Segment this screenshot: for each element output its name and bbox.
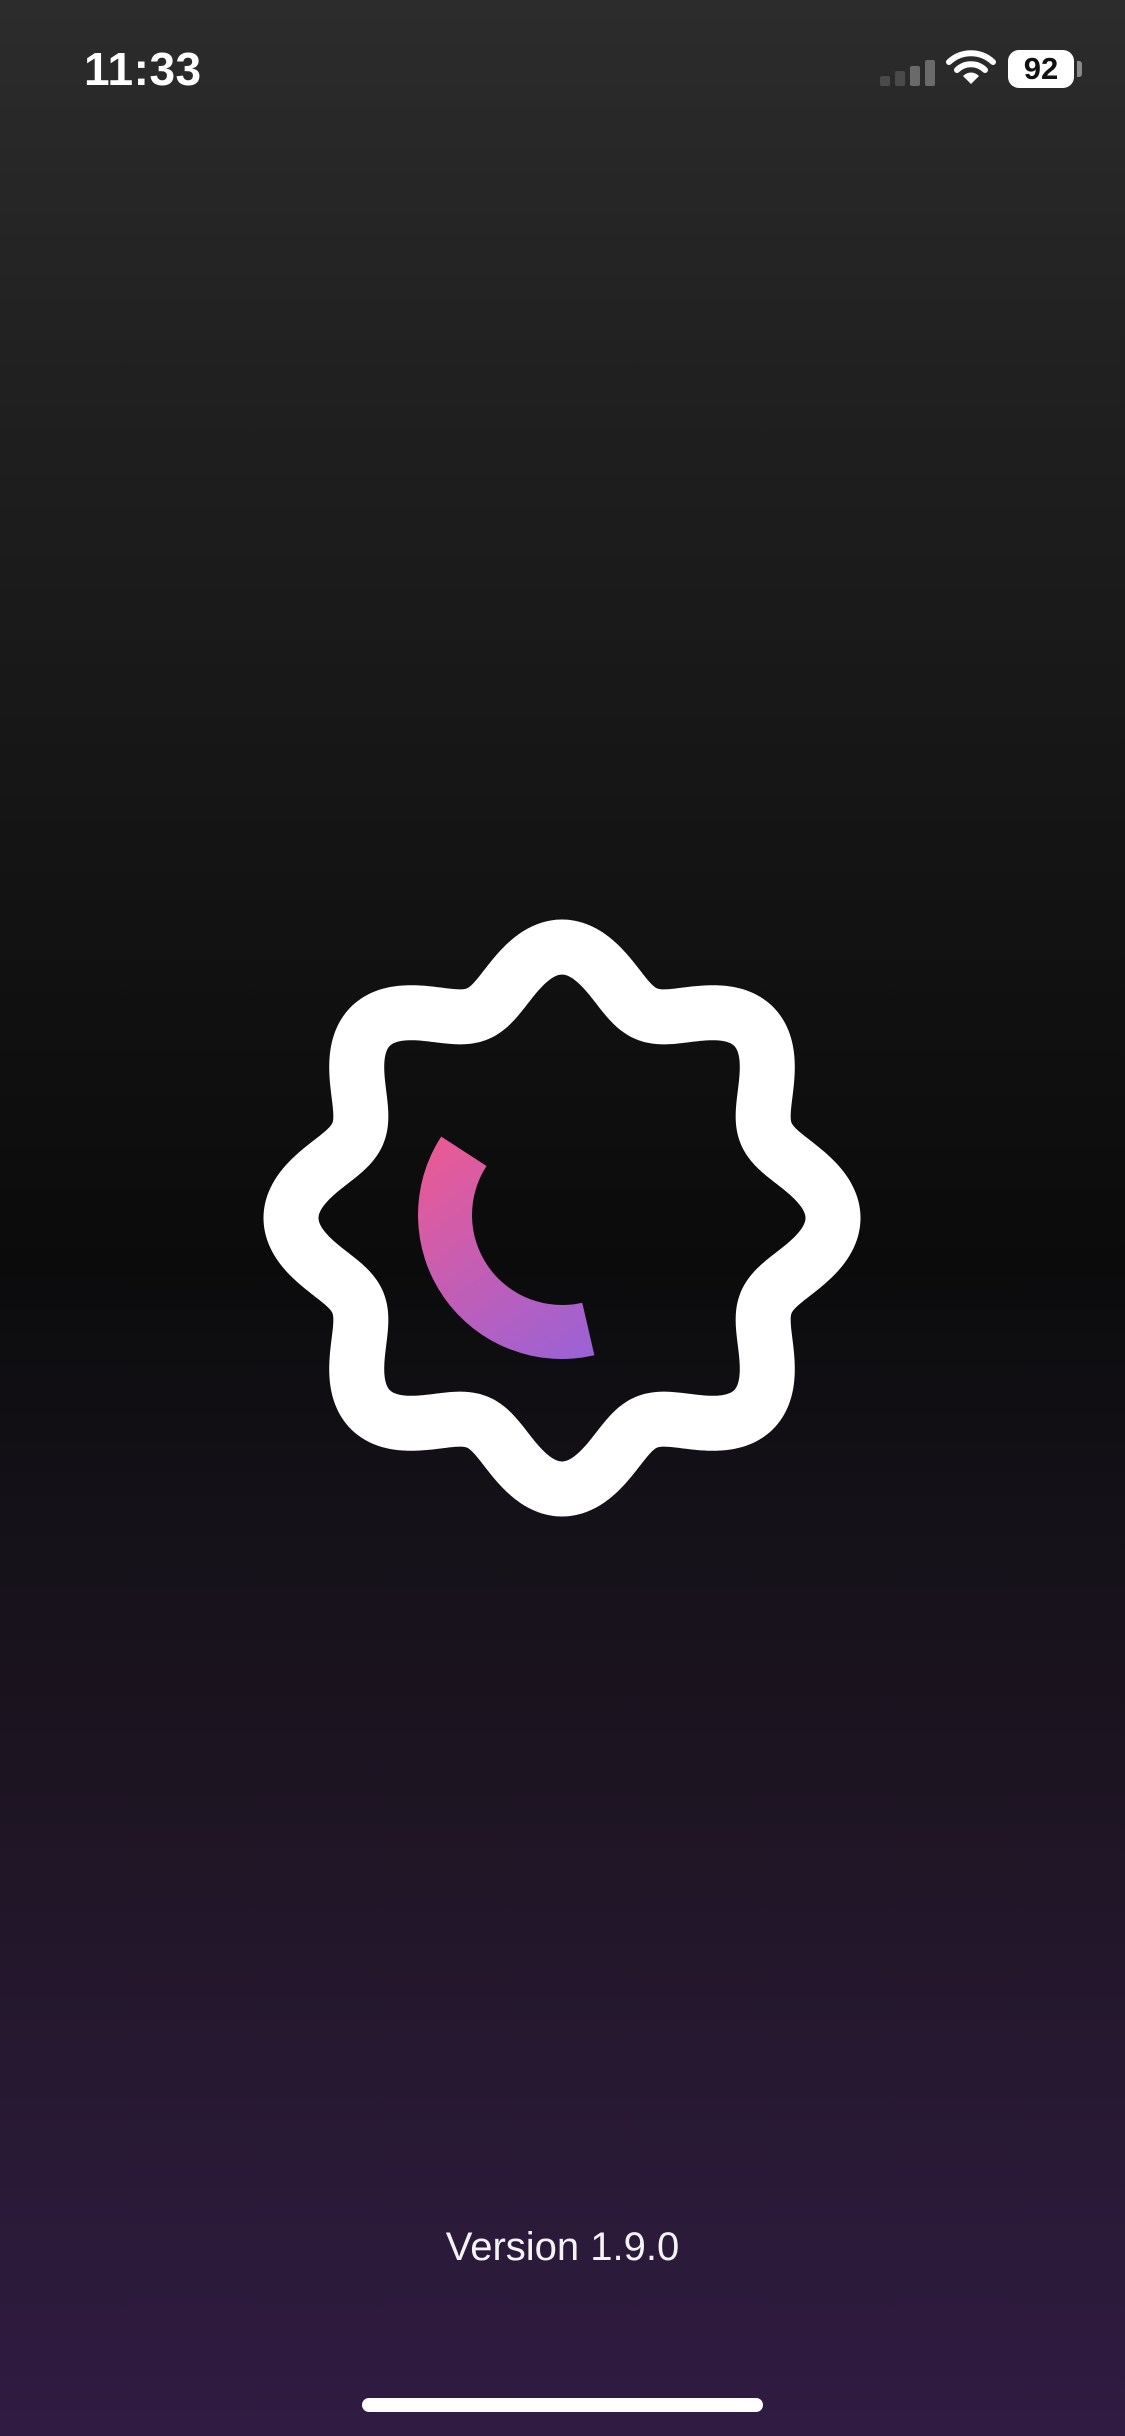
badge-outline — [263, 919, 861, 1517]
home-indicator[interactable] — [362, 2398, 763, 2412]
app-logo-icon — [263, 919, 861, 1517]
status-bar: 11:33 92 — [0, 0, 1125, 135]
battery-cap — [1077, 61, 1082, 77]
wifi-icon — [946, 50, 996, 84]
cellular-signal-icon — [880, 60, 935, 86]
smile-arc — [418, 1136, 595, 1359]
battery-icon: 92 — [1008, 50, 1074, 88]
status-time: 11:33 — [84, 43, 202, 95]
battery-level: 92 — [1023, 51, 1059, 86]
version-label: Version 1.9.0 — [445, 2225, 680, 2269]
